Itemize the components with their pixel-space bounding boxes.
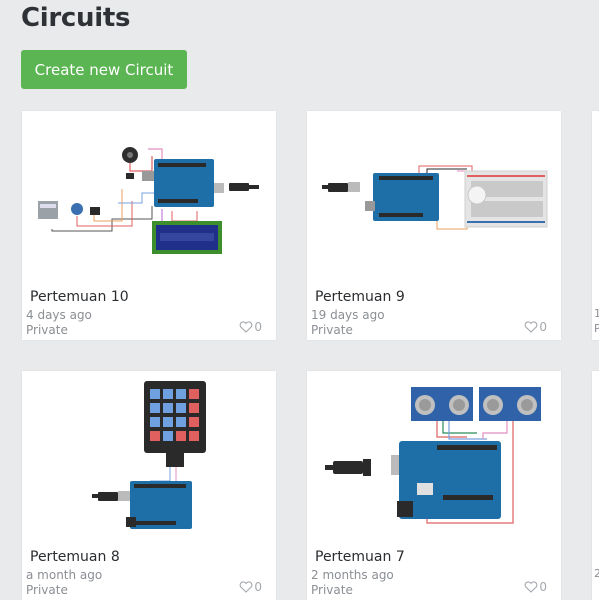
heart-icon [239,581,253,593]
circuit-card-partial[interactable]: 1 P [592,111,599,340]
card-title[interactable]: Pertemuan 10 [30,289,129,305]
like-count-value: 0 [539,580,547,594]
circuit-card-partial[interactable]: 2 [592,371,599,600]
like-count-value: 0 [539,320,547,334]
heart-icon [524,581,538,593]
circuit-card[interactable]: Pertemuan 7 2 months ago Private 0 [307,371,561,600]
like-count-value: 0 [254,320,262,334]
like-count-value: 0 [254,580,262,594]
card-title[interactable]: Pertemuan 8 [30,549,120,565]
partial-card-text: 2 [594,567,599,580]
circuit-thumbnail [92,381,206,529]
card-visibility: Private [26,583,68,597]
circuit-thumbnail [325,387,541,524]
card-date: 19 days ago [311,308,385,322]
like-count[interactable]: 0 [239,580,262,594]
card-visibility: Private [26,323,68,337]
heart-icon [524,321,538,333]
card-date: a month ago [26,568,103,582]
heart-icon [239,321,253,333]
circuit-thumbnail [322,165,548,230]
like-count[interactable]: 0 [524,580,547,594]
card-title[interactable]: Pertemuan 7 [315,549,405,565]
circuit-card[interactable]: Pertemuan 10 4 days ago Private 0 [22,111,276,340]
like-count[interactable]: 0 [524,320,547,334]
create-new-circuit-button[interactable]: Create new Circuit [21,50,187,89]
card-title[interactable]: Pertemuan 9 [315,289,405,305]
circuit-card[interactable]: Pertemuan 8 a month ago Private 0 [22,371,276,600]
card-date: 4 days ago [26,308,92,322]
like-count[interactable]: 0 [239,320,262,334]
partial-card-text: 1 [594,307,599,320]
card-visibility: Private [311,583,353,597]
circuit-card[interactable]: Pertemuan 9 19 days ago Private 0 [307,111,561,340]
page-title: Circuits [21,3,131,33]
partial-card-text: P [594,322,599,335]
card-date: 2 months ago [311,568,394,582]
card-visibility: Private [311,323,353,337]
circuit-thumbnail [38,147,259,254]
